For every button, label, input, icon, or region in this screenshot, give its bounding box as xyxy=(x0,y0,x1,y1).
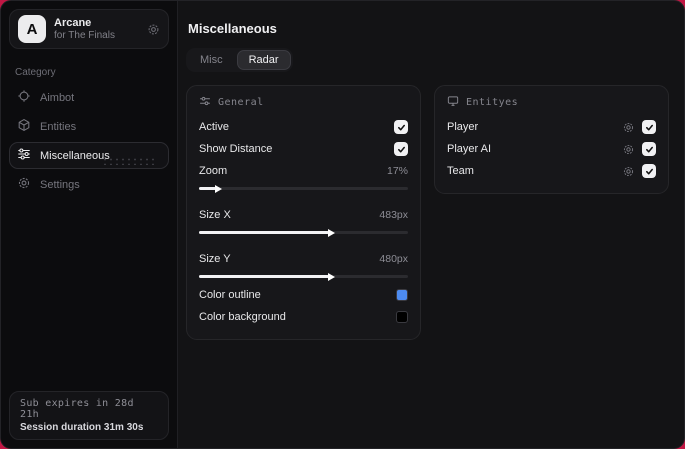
active-checkbox[interactable] xyxy=(394,120,408,134)
show-distance-row: Show Distance xyxy=(199,138,408,160)
app-name: Arcane xyxy=(54,16,92,29)
zoom-row: Zoom 17% xyxy=(199,160,408,182)
sidebar-nav: Aimbot Entities Miscellaneous Settings xyxy=(1,84,177,198)
zoom-value: 17% xyxy=(386,165,408,177)
tab-bar: Misc Radar xyxy=(186,48,293,72)
size-y-row: Size Y 480px xyxy=(199,248,408,270)
monitor-icon xyxy=(447,95,459,110)
category-label: Category xyxy=(15,67,56,78)
general-panel: General Active Show Distance Zoom 17% Si… xyxy=(186,85,421,340)
setting-label: Size Y xyxy=(199,253,231,265)
size-y-slider[interactable] xyxy=(199,271,408,281)
entity-settings-icon[interactable] xyxy=(622,121,635,134)
entity-settings-icon[interactable] xyxy=(622,143,635,156)
entity-checkbox[interactable] xyxy=(642,164,656,178)
panel-title: Entityes xyxy=(466,97,519,108)
sidebar-item-label: Entities xyxy=(40,120,77,133)
slider-thumb[interactable] xyxy=(327,272,335,281)
entity-label: Team xyxy=(447,165,474,177)
slider-thumb[interactable] xyxy=(214,184,222,193)
size-x-slider[interactable] xyxy=(199,227,408,237)
sidebar-item-label: Settings xyxy=(40,178,80,191)
tab-misc[interactable]: Misc xyxy=(188,50,235,70)
sidebar-item-label: Miscellaneous xyxy=(40,149,110,162)
page-title: Miscellaneous xyxy=(188,21,277,36)
brand-card: A Arcane for The Finals xyxy=(9,9,169,49)
size-x-value: 483px xyxy=(379,209,408,221)
sub-expiry-text: Sub expires in 28d 21h xyxy=(20,398,134,420)
setting-label: Active xyxy=(199,121,229,133)
entity-row-player: Player xyxy=(447,116,656,138)
slider-thumb[interactable] xyxy=(327,228,335,237)
brand-settings-icon[interactable] xyxy=(147,23,160,36)
setting-label: Size X xyxy=(199,209,231,221)
color-background-swatch[interactable] xyxy=(396,311,408,323)
setting-label: Zoom xyxy=(199,165,228,177)
size-y-value: 480px xyxy=(379,253,408,265)
sidebar-item-label: Aimbot xyxy=(40,91,75,104)
active-row: Active xyxy=(199,116,408,138)
show-distance-checkbox[interactable] xyxy=(394,142,408,156)
app-window: A Arcane for The Finals Category Aimbot xyxy=(0,0,685,449)
setting-label: Show Distance xyxy=(199,143,273,155)
app-logo: A xyxy=(18,15,46,43)
zoom-slider[interactable] xyxy=(199,183,408,193)
entity-label: Player AI xyxy=(447,143,492,155)
panel-title: General xyxy=(218,97,264,108)
entities-panel: Entityes Player Player AI Team xyxy=(434,85,669,194)
entity-checkbox[interactable] xyxy=(642,142,656,156)
size-x-row: Size X 483px xyxy=(199,204,408,226)
color-outline-swatch[interactable] xyxy=(396,289,408,301)
color-outline-row: Color outline xyxy=(199,284,408,306)
sliders-icon xyxy=(17,147,31,164)
color-background-row: Color background xyxy=(199,306,408,328)
gear-icon xyxy=(17,176,31,193)
app-subtitle: for The Finals xyxy=(54,29,115,41)
sidebar-item-settings[interactable]: Settings xyxy=(9,171,169,198)
setting-label: Color background xyxy=(199,311,286,323)
dots-decoration xyxy=(102,157,158,165)
setting-label: Color outline xyxy=(199,289,261,301)
main-content: Miscellaneous Misc Radar General Active xyxy=(178,1,684,448)
app-logo-letter: A xyxy=(26,20,38,38)
entity-label: Player xyxy=(447,121,479,133)
sidebar-item-miscellaneous[interactable]: Miscellaneous xyxy=(9,142,169,169)
entity-settings-icon[interactable] xyxy=(622,165,635,178)
sidebar-item-aimbot[interactable]: Aimbot xyxy=(9,84,169,111)
entity-checkbox[interactable] xyxy=(642,120,656,134)
sidebar-item-entities[interactable]: Entities xyxy=(9,113,169,140)
tab-radar[interactable]: Radar xyxy=(236,50,291,70)
cube-icon xyxy=(17,118,31,135)
subscription-card: Sub expires in 28d 21h Session duration … xyxy=(9,391,169,440)
sidebar: A Arcane for The Finals Category Aimbot xyxy=(1,1,178,448)
crosshair-icon xyxy=(17,89,31,106)
entity-row-player-ai: Player AI xyxy=(447,138,656,160)
entity-row-team: Team xyxy=(447,160,656,182)
sliders-icon xyxy=(199,95,211,110)
session-duration-text: Session duration 31m 30s xyxy=(20,422,144,433)
